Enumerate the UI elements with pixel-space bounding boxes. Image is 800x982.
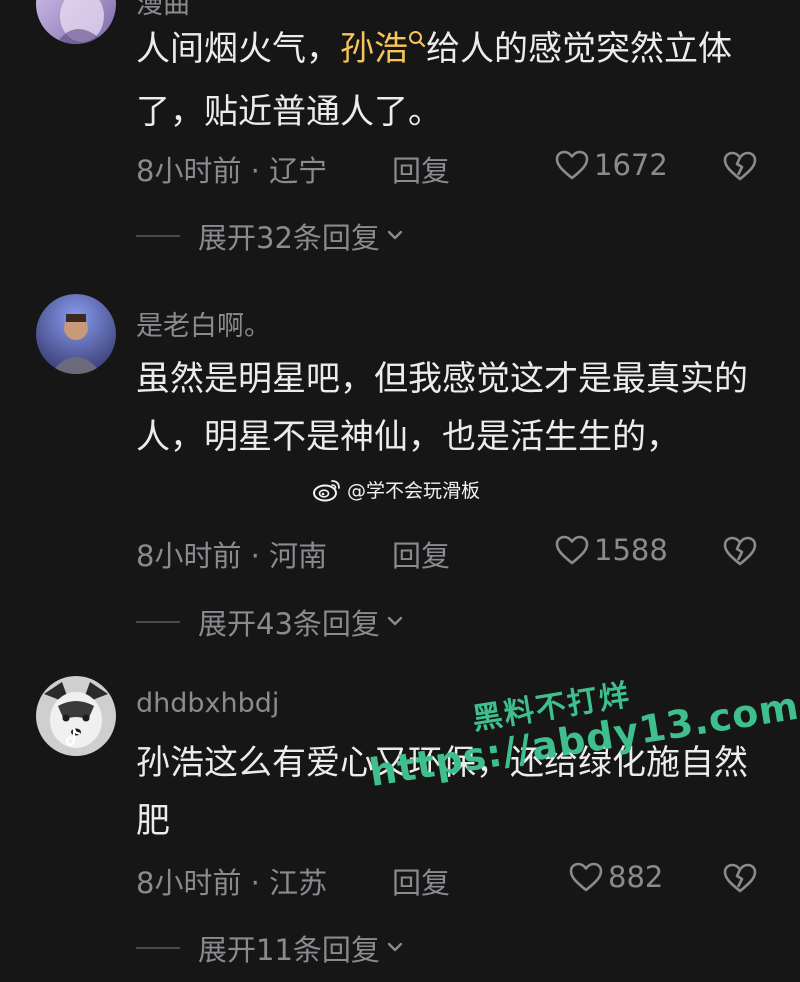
chevron-down-icon	[384, 931, 406, 965]
expand-replies-button[interactable]: 展开11条回复	[136, 928, 406, 968]
heart-icon	[555, 150, 589, 180]
search-icon[interactable]	[408, 29, 426, 54]
weibo-handle: @学不会玩滑板	[347, 480, 481, 502]
comment-text: 人间烟火气，孙浩 给人的感觉突然立体了，贴近普通人了。	[136, 20, 776, 141]
comment-meta: 8小时前 · 辽宁 回复 1672	[136, 148, 776, 188]
avatar[interactable]	[36, 294, 116, 374]
timestamp-location: 8小时前 · 河南	[136, 539, 328, 573]
expand-replies-button[interactable]: 展开43条回复	[136, 602, 406, 642]
like-button[interactable]: 1672	[554, 148, 668, 182]
comment-meta: 8小时前 · 江苏 回复 882	[136, 860, 776, 900]
broken-heart-icon[interactable]	[722, 862, 758, 901]
username[interactable]: dhdbxhbdj	[136, 688, 279, 719]
like-button[interactable]: 882	[568, 860, 663, 894]
expand-replies-button[interactable]: 展开32条回复	[136, 216, 406, 256]
weibo-icon	[313, 479, 340, 501]
avatar[interactable]	[36, 676, 116, 756]
avatar[interactable]	[36, 0, 116, 44]
username[interactable]: 是老白啊。	[136, 304, 271, 343]
like-count: 1588	[594, 533, 668, 567]
reply-button[interactable]: 回复	[392, 148, 450, 190]
expand-label: 展开43条回复	[198, 607, 380, 641]
like-button[interactable]: 1588	[554, 533, 668, 567]
username[interactable]: 漫曲	[136, 0, 190, 21]
divider	[136, 621, 180, 623]
divider	[136, 235, 180, 237]
timestamp-location: 8小时前 · 江苏	[136, 866, 328, 900]
chevron-down-icon	[384, 219, 406, 253]
heart-icon	[555, 535, 589, 565]
weibo-watermark: @学不会玩滑板	[312, 476, 480, 503]
tiktok-icon	[62, 726, 84, 752]
comment-text: 虽然是明星吧，但我感觉这才是最真实的人，明星不是神仙，也是活生生的，	[136, 359, 748, 457]
chevron-down-icon	[384, 605, 406, 639]
reply-button[interactable]: 回复	[392, 860, 450, 902]
like-count: 882	[608, 860, 664, 894]
highlight-keyword[interactable]: 孙浩	[340, 29, 408, 69]
broken-heart-icon[interactable]	[722, 535, 758, 574]
comment-meta: 8小时前 · 河南 回复 1588	[136, 533, 776, 573]
broken-heart-icon[interactable]	[722, 150, 758, 189]
comment-text: 孙浩这么有爱心又环保，还给绿化施自然肥	[136, 743, 748, 841]
reply-button[interactable]: 回复	[392, 533, 450, 575]
comment-text-part: 人间烟火气，	[136, 29, 340, 69]
expand-label: 展开32条回复	[198, 221, 380, 255]
divider	[136, 947, 180, 949]
watermark-line1: 黑料不打烊	[469, 677, 634, 738]
like-count: 1672	[594, 148, 668, 182]
expand-label: 展开11条回复	[198, 933, 380, 967]
heart-icon	[569, 862, 603, 892]
timestamp-location: 8小时前 · 辽宁	[136, 154, 328, 188]
